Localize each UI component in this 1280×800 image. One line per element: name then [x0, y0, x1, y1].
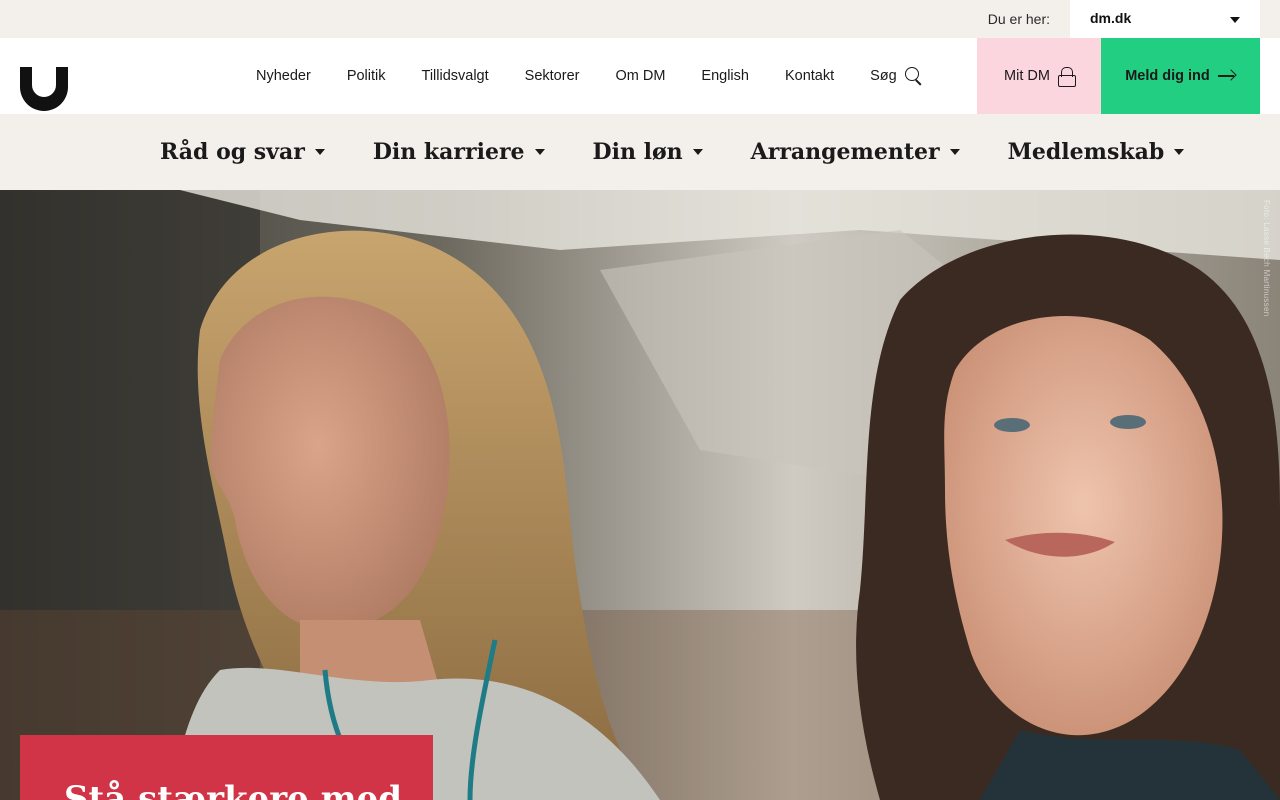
main-nav-label: Din karriere — [372, 139, 525, 165]
main-nav-medlemskab[interactable]: Medlemskab — [1008, 139, 1185, 165]
main-nav-label: Medlemskab — [1007, 139, 1165, 165]
photo-credit: Foto: Lasse Bech Martinussen — [1262, 200, 1271, 317]
nav-link-english[interactable]: English — [683, 68, 767, 84]
top-strip: Du er her: dm.dk — [0, 0, 1280, 38]
search-icon — [904, 67, 923, 85]
caret-down-icon — [314, 149, 325, 155]
join-label: Meld dig ind — [1125, 68, 1210, 84]
caret-down-icon — [949, 149, 960, 155]
chevron-down-icon — [1230, 17, 1240, 23]
hero-headline: Stå stærkere med — [64, 779, 402, 800]
hero-photo — [0, 190, 1280, 800]
main-nav-arrangementer[interactable]: Arrangementer — [751, 139, 960, 165]
nav-link-kontakt[interactable]: Kontakt — [767, 68, 852, 84]
nav-link-sektorer[interactable]: Sektorer — [507, 68, 598, 84]
main-nav-label: Råd og svar — [160, 139, 305, 165]
site-selected-value: dm.dk — [1090, 10, 1132, 26]
arrow-right-icon — [1217, 71, 1236, 81]
location-label: Du er her: — [987, 11, 1050, 27]
header: Nyheder Politik Tillidsvalgt Sektorer Om… — [0, 38, 1280, 114]
nav-link-om-dm[interactable]: Om DM — [597, 68, 683, 84]
nav-link-nyheder[interactable]: Nyheder — [238, 68, 329, 84]
main-nav-label: Din løn — [592, 139, 683, 165]
site-selector[interactable]: dm.dk — [1070, 0, 1260, 38]
main-nav-din-loen[interactable]: Din løn — [593, 139, 703, 165]
caret-down-icon — [692, 149, 703, 155]
join-button[interactable]: Meld dig ind — [1101, 38, 1260, 114]
nav-link-politik[interactable]: Politik — [329, 68, 404, 84]
main-nav-label: Arrangementer — [750, 139, 940, 165]
lock-icon — [1057, 67, 1076, 87]
hero-image — [0, 190, 1280, 800]
utility-nav: Nyheder Politik Tillidsvalgt Sektorer Om… — [238, 38, 941, 114]
caret-down-icon — [1174, 149, 1185, 155]
caret-down-icon — [534, 149, 545, 155]
mit-dm-label: Mit DM — [1004, 68, 1050, 84]
main-nav: Råd og svar Din karriere Din løn Arrange… — [0, 114, 1280, 190]
main-nav-raad-og-svar[interactable]: Råd og svar — [160, 139, 325, 165]
search-button[interactable]: Søg — [852, 67, 941, 85]
nav-link-tillidsvalgt[interactable]: Tillidsvalgt — [404, 68, 507, 84]
mit-dm-button[interactable]: Mit DM — [977, 38, 1101, 114]
main-nav-din-karriere[interactable]: Din karriere — [373, 139, 545, 165]
hero-card: Stå stærkere med — [20, 735, 433, 800]
search-label: Søg — [870, 68, 897, 84]
